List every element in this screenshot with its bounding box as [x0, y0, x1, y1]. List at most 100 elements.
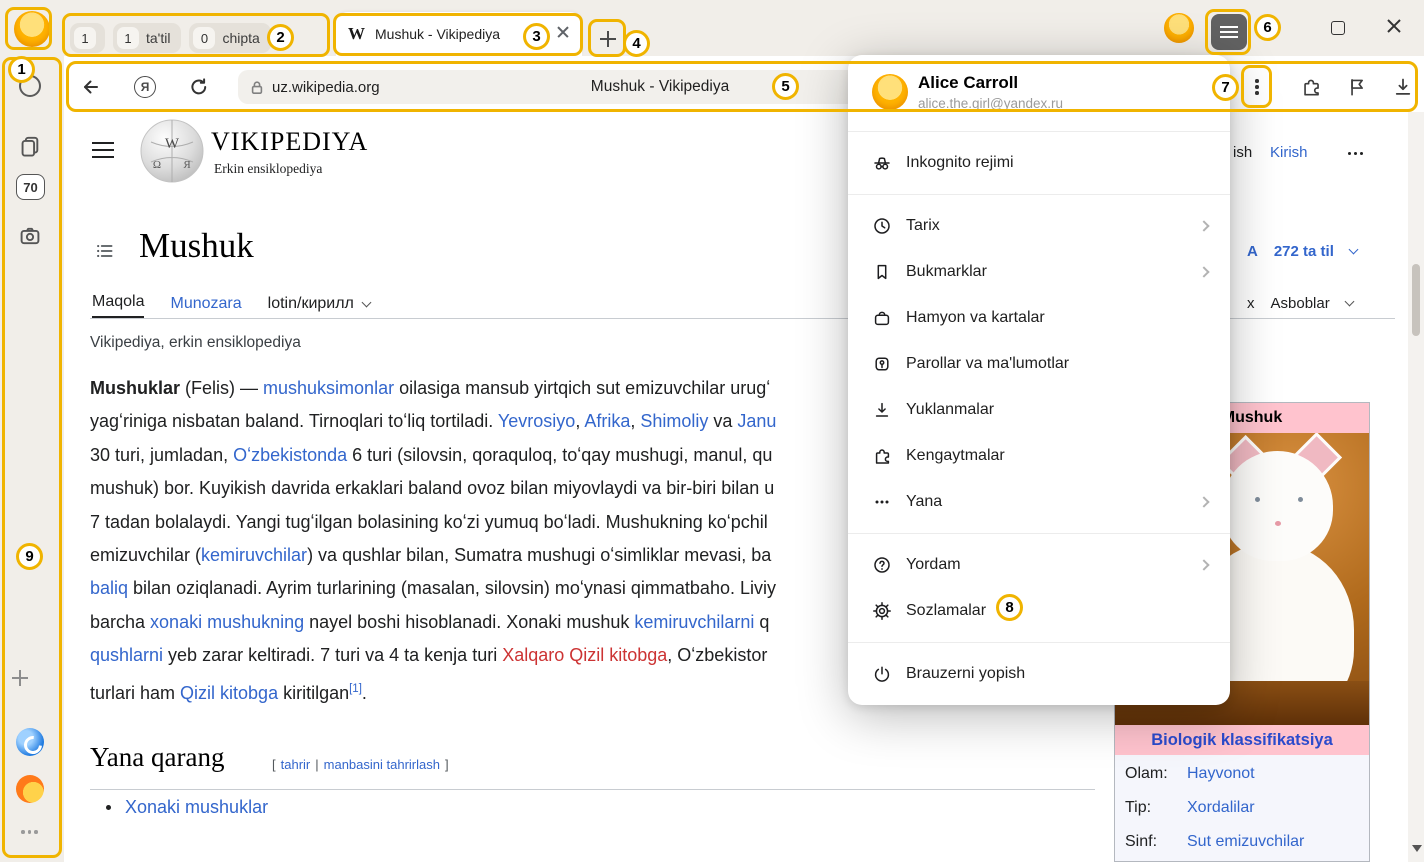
- chevron-right-icon: [1198, 559, 1209, 570]
- cat-nose: [1275, 521, 1281, 526]
- profile-avatar-toolbar[interactable]: [1164, 13, 1194, 43]
- menu-item-sozlamalar[interactable]: Sozlamalar: [848, 588, 1230, 634]
- wiki-link[interactable]: qushlarni: [90, 645, 163, 665]
- text: barcha: [90, 612, 150, 632]
- menu-item-inkognito-rejimi[interactable]: Inkognito rejimi: [848, 140, 1230, 186]
- wiki-link[interactable]: baliq: [90, 578, 128, 598]
- menu-item-yordam[interactable]: Yordam: [848, 542, 1230, 588]
- power-icon: [872, 664, 892, 684]
- reference-sup[interactable]: [1]: [349, 683, 362, 695]
- bookmark-icon: [872, 262, 892, 282]
- profile-avatar[interactable]: [14, 11, 50, 47]
- wikipedia-logo[interactable]: W Ω Я: [139, 118, 205, 184]
- url-text[interactable]: uz.wikipedia.org: [272, 79, 380, 96]
- toolbar-more-icon[interactable]: [1250, 74, 1264, 100]
- menu-item-label: Kengaytmalar: [906, 447, 1005, 465]
- profile-avatar-menu: [872, 74, 908, 110]
- scroll-down-arrow[interactable]: [1412, 845, 1422, 852]
- profile-name: Alice Carroll: [918, 73, 1063, 93]
- yandex-browser-logo[interactable]: [16, 728, 44, 756]
- menu-item-hamyon-va-kartalar[interactable]: Hamyon va kartalar: [848, 295, 1230, 341]
- wiki-language-button[interactable]: A 272 ta til: [1247, 243, 1357, 260]
- close-button[interactable]: [1387, 19, 1405, 37]
- sidebar-feed-icon[interactable]: [18, 134, 42, 158]
- wiki-link[interactable]: mushuksimonlar: [263, 378, 394, 398]
- menu-item-tarix[interactable]: Tarix: [848, 203, 1230, 249]
- sidebar-counter-badge[interactable]: 70: [16, 174, 45, 200]
- menu-item-label: Hamyon va kartalar: [906, 309, 1045, 327]
- wiki-link[interactable]: kemiruvchilar: [201, 545, 307, 565]
- menu-item-kengaytmalar[interactable]: Kengaytmalar: [848, 433, 1230, 479]
- menu-item-brauzerni-yopish[interactable]: Brauzerni yopish: [848, 651, 1230, 697]
- wiki-link[interactable]: Qizil kitobga: [180, 683, 278, 703]
- paragraph-line: baliq bilan oziqlanadi. Ayrim turlarinin…: [90, 572, 848, 605]
- wiki-tools-button[interactable]: x Asboblar: [1247, 295, 1353, 312]
- key-icon: [872, 354, 892, 374]
- active-tab[interactable]: W Mushuk - Vikipediya: [336, 12, 582, 56]
- menu-item-label: Inkognito rejimi: [906, 154, 1014, 172]
- wiki-more-icon[interactable]: [1348, 152, 1363, 155]
- wikipedia-wordmark[interactable]: Vikipediya: [211, 127, 368, 157]
- see-also-heading: Yana qarang: [90, 742, 224, 773]
- taxobox-row-link[interactable]: Sut emizuvchilar: [1187, 833, 1304, 851]
- wiki-link[interactable]: Yevrosiyo: [498, 411, 575, 431]
- edit-link[interactable]: tahrir: [281, 757, 311, 772]
- back-button[interactable]: [80, 76, 102, 98]
- downloads-icon[interactable]: [1392, 76, 1414, 98]
- yandex-app-logo[interactable]: [16, 775, 44, 803]
- browser-menu-button[interactable]: [1211, 14, 1247, 50]
- tab-group-label: chipta: [222, 30, 261, 46]
- tab-variant[interactable]: lotin/кирилл: [268, 295, 370, 318]
- wiki-link[interactable]: Shimoliy: [640, 411, 708, 431]
- extensions-icon[interactable]: [1300, 76, 1322, 98]
- contents-list-icon[interactable]: [94, 240, 116, 262]
- menu-item-yana[interactable]: Yana: [848, 479, 1230, 525]
- tab-close-icon[interactable]: [556, 25, 570, 44]
- download-icon: [872, 400, 892, 420]
- wiki-link[interactable]: Oʻzbekistonda: [233, 445, 347, 465]
- paragraph-line: 30 turi, jumladan, Oʻzbekistonda 6 turi …: [90, 439, 848, 472]
- see-also-link[interactable]: Xonaki mushuklar: [125, 797, 268, 818]
- reload-button[interactable]: [188, 76, 210, 98]
- chevron-down-icon: [1344, 297, 1354, 307]
- tab-group[interactable]: 0chipta: [189, 23, 270, 53]
- menu-item-parollar-va-ma-lumotlar[interactable]: Parollar va ma'lumotlar: [848, 341, 1230, 387]
- text: nayel boshi hisoblanadi. Xonaki mushuk: [304, 612, 634, 632]
- tab-talk[interactable]: Munozara: [170, 295, 241, 318]
- menu-item-label: Yuklanmalar: [906, 401, 994, 419]
- wiki-hamburger-icon[interactable]: [92, 142, 114, 158]
- wiki-link[interactable]: xonaki mushukning: [150, 612, 304, 632]
- wiki-link[interactable]: Janu: [737, 411, 776, 431]
- new-tab-button[interactable]: [595, 26, 621, 52]
- sidebar-more-icon[interactable]: [21, 830, 38, 834]
- wiki-login-link[interactable]: Kirish: [1270, 144, 1308, 161]
- sidebar-history-icon[interactable]: [19, 75, 41, 97]
- collections-flag-icon[interactable]: [1346, 76, 1368, 98]
- wallet-icon: [872, 308, 892, 328]
- yandex-search-icon[interactable]: Я: [134, 76, 156, 98]
- text: , Oʻzbekistor: [667, 645, 767, 665]
- annotation-4: 4: [623, 30, 650, 57]
- menu-item-yuklanmalar[interactable]: Yuklanmalar: [848, 387, 1230, 433]
- edit-source-link[interactable]: manbasini tahrirlash: [324, 757, 440, 772]
- taxobox-row-link[interactable]: Xordalilar: [1187, 799, 1255, 817]
- profile-row[interactable]: Alice Carroll alice.the.girl@yandex.ru: [848, 63, 1230, 123]
- wiki-link[interactable]: Afrika: [584, 411, 630, 431]
- taxobox-row-link[interactable]: Hayvonot: [1187, 765, 1255, 783]
- text: 30 turi, jumladan,: [90, 445, 233, 465]
- menu-item-bukmarklar[interactable]: Bukmarklar: [848, 249, 1230, 295]
- maximize-button[interactable]: [1331, 21, 1345, 35]
- wiki-redlink[interactable]: Xalqaro Qizil kitobga: [502, 645, 667, 665]
- tab-article[interactable]: Maqola: [92, 293, 144, 318]
- tab-group[interactable]: 1ta'til: [113, 23, 181, 53]
- wiki-link[interactable]: kemiruvchilarni: [634, 612, 754, 632]
- yandex-glyph: Я: [141, 80, 150, 94]
- annotation-2: 2: [267, 24, 294, 51]
- tab-group[interactable]: 1: [70, 23, 105, 53]
- scrollbar-track[interactable]: [1408, 112, 1424, 862]
- paragraph-line: barcha xonaki mushukning nayel boshi his…: [90, 606, 848, 639]
- sidebar-screenshot-icon[interactable]: [18, 224, 42, 248]
- site-subtitle: Vikipediya, erkin ensiklopediya: [90, 334, 301, 352]
- text: q: [754, 612, 769, 632]
- scrollbar-thumb[interactable]: [1412, 264, 1420, 336]
